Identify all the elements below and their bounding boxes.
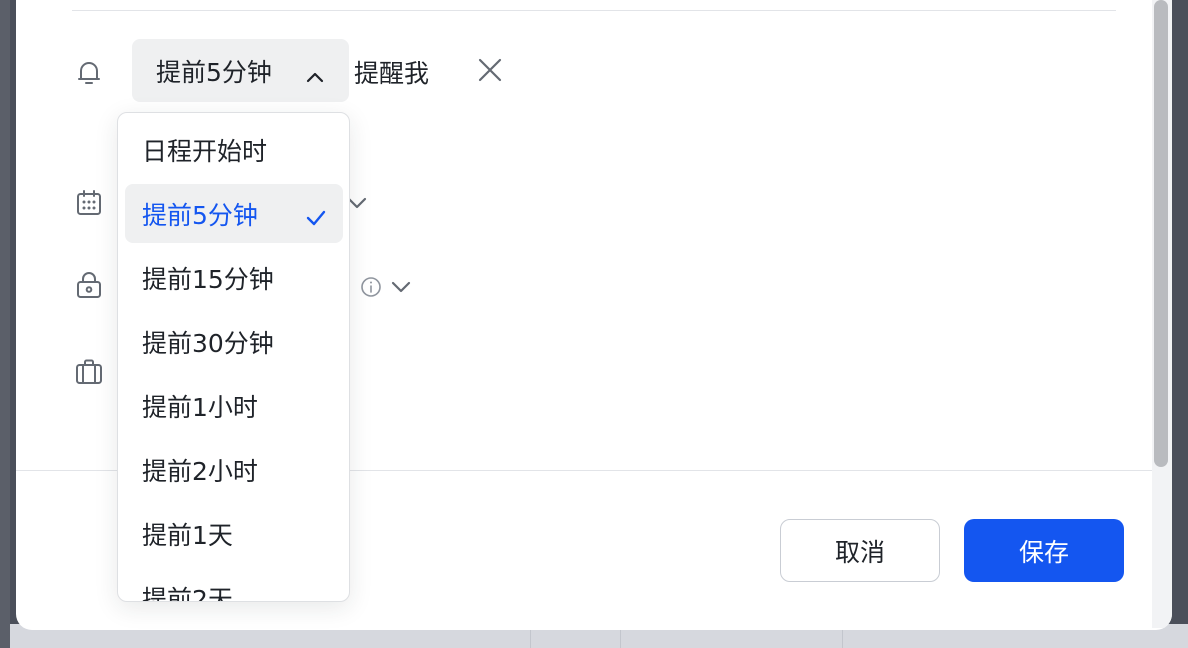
window-left-edge [0,0,10,648]
option-label: 提前1天 [142,520,233,550]
remind-me-label: 提醒我 [354,59,430,88]
cancel-button[interactable]: 取消 [780,519,940,582]
option-label: 日程开始时 [142,136,268,166]
visibility-dropdown-chevron-icon[interactable] [390,279,412,298]
lock-icon [72,268,106,302]
briefcase-icon [72,354,106,388]
reminder-option-30min[interactable]: 提前30分钟 [125,312,343,371]
option-label: 提前15分钟 [142,264,274,294]
save-button-label: 保存 [1018,537,1069,567]
reminder-option-2days[interactable]: 提前2天 [125,568,343,602]
option-label: 提前1小时 [142,392,258,422]
bell-icon [72,56,106,90]
option-label: 提前2天 [142,584,233,602]
reminder-option-at-start[interactable]: 日程开始时 [125,120,343,179]
checkmark-icon [305,204,327,233]
reminder-option-2hours[interactable]: 提前2小时 [125,440,343,499]
reminder-selected-label: 提前5分钟 [156,57,272,87]
top-divider [72,10,1116,11]
remove-reminder-button[interactable] [472,52,508,88]
reminder-option-1day[interactable]: 提前1天 [125,504,343,563]
cancel-button-label: 取消 [834,537,885,567]
calendar-icon [72,186,106,220]
scrollbar-thumb[interactable] [1154,0,1168,467]
reminder-option-5min[interactable]: 提前5分钟 [125,184,343,243]
option-label: 提前2小时 [142,456,258,486]
reminder-option-1hour[interactable]: 提前1小时 [125,376,343,435]
reminder-options-dropdown: 日程开始时 提前5分钟 提前15分钟 提前30分钟 提前1小时 提前2小时 提前… [117,112,350,602]
option-label: 提前30分钟 [142,328,274,358]
close-icon [472,58,508,92]
option-label: 提前5分钟 [142,200,258,230]
save-button[interactable]: 保存 [964,519,1124,582]
reminder-option-15min[interactable]: 提前15分钟 [125,248,343,307]
reminder-time-select[interactable]: 提前5分钟 [132,39,349,102]
info-icon[interactable] [360,276,382,298]
chevron-up-icon [305,61,325,90]
